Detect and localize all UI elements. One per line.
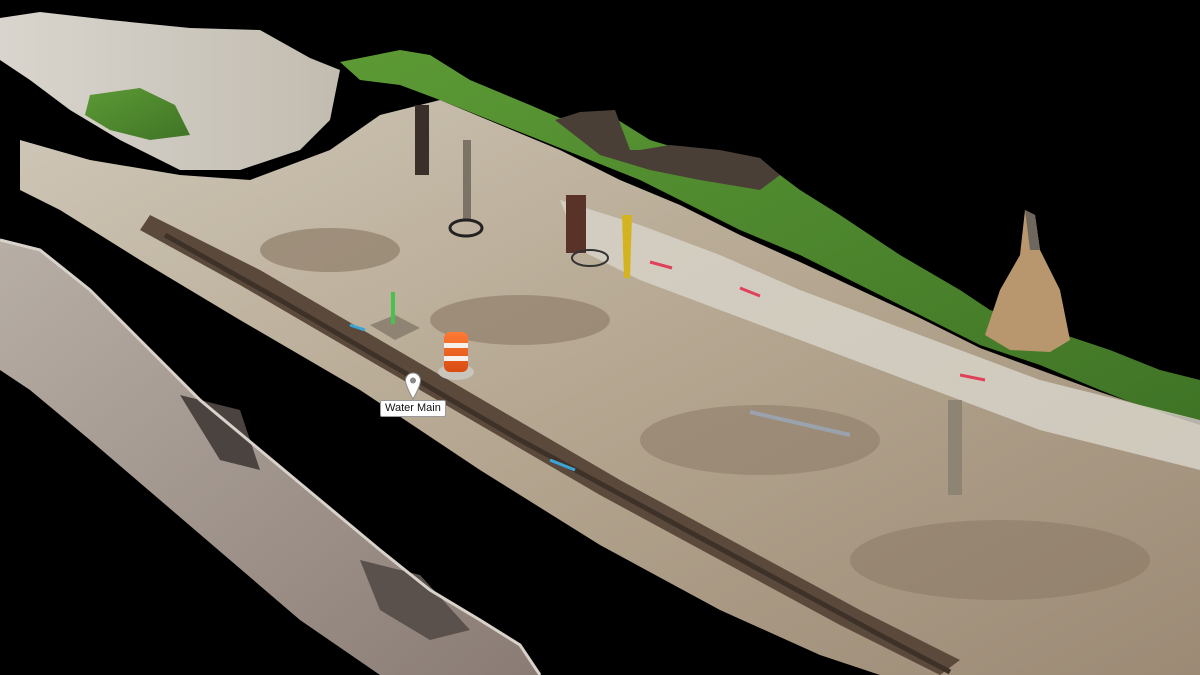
soil-patch [850, 520, 1150, 600]
post [463, 140, 471, 220]
wood-post [948, 400, 962, 495]
bollard [566, 195, 586, 253]
marker-label[interactable]: Water Main [380, 400, 446, 417]
drum-stripe [444, 343, 468, 348]
traffic-drum [444, 332, 468, 372]
map-pin-icon[interactable] [404, 372, 422, 400]
3d-model-viewport[interactable]: Water Main [0, 0, 1200, 675]
soil-patch [260, 228, 400, 272]
photogrammetry-scene[interactable] [0, 0, 1200, 675]
wood-pile [985, 210, 1070, 352]
bollard [415, 105, 429, 175]
drum-stripe [444, 356, 468, 361]
rubble-pile [0, 12, 340, 170]
green-marker [391, 292, 395, 324]
water-main-marker[interactable]: Water Main [380, 372, 446, 417]
